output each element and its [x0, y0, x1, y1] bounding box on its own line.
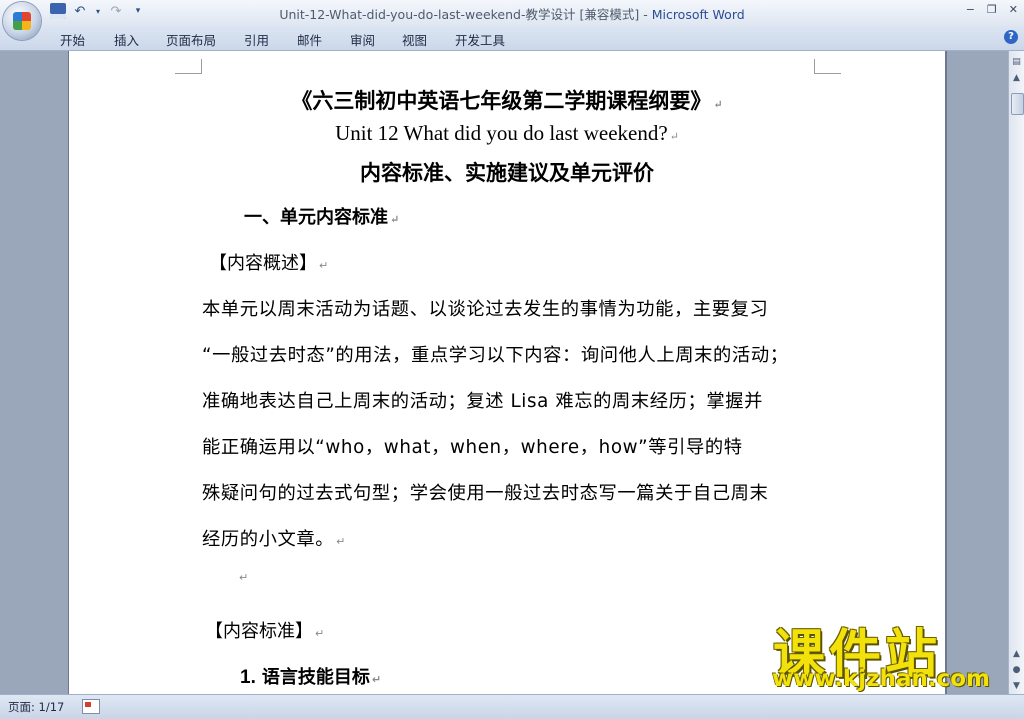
standard-label: 【内容标准】 ↵ [205, 621, 325, 642]
document-name: Unit-12-What-did-you-do-last-weekend-教学设… [279, 7, 640, 22]
close-button[interactable]: ✕ [1009, 3, 1018, 16]
tab-view[interactable]: 视图 [402, 30, 427, 49]
document-page[interactable]: 《六三制初中英语七年级第二学期课程纲要》 ↵ Unit 12 What did y… [69, 51, 945, 694]
select-browse-object-icon[interactable]: ● [1010, 663, 1023, 677]
tab-developer[interactable]: 开发工具 [455, 30, 505, 49]
document-heading: 内容标准、实施建议及单元评价 [360, 160, 654, 185]
next-page-icon[interactable]: ▼ [1010, 679, 1023, 693]
macro-record-icon[interactable] [82, 699, 100, 714]
scroll-thumb[interactable] [1011, 93, 1024, 115]
help-icon[interactable]: ? [1004, 30, 1018, 44]
tab-page-layout[interactable]: 页面布局 [166, 30, 216, 49]
document-title: 《六三制初中英语七年级第二学期课程纲要》 ↵ [291, 88, 723, 113]
tab-review[interactable]: 审阅 [350, 30, 375, 49]
window-title: Unit-12-What-did-you-do-last-weekend-教学设… [0, 4, 1024, 23]
scroll-up-icon[interactable]: ▲ [1010, 71, 1023, 85]
crop-mark-right [814, 59, 841, 74]
document-subtitle: Unit 12 What did you do last weekend? ↵ [335, 121, 679, 145]
ruler-toggle-icon[interactable]: ▤ [1010, 55, 1023, 69]
paragraph-line: 殊疑问句的过去式句型；学会使用一般过去时态写一篇关于自己周末 [202, 483, 769, 504]
status-bar: 页面: 1/17 [0, 694, 1024, 719]
tab-home[interactable]: 开始 [60, 30, 85, 49]
paragraph-line-last: 经历的小文章。 ↵ [202, 529, 346, 550]
paragraph-line: 能正确运用以“who，what，when，where，how”等引导的特 [202, 437, 743, 458]
office-button[interactable] [3, 2, 41, 40]
list-item-language-skills: 1. 语言技能目标 ↵ [240, 667, 382, 688]
empty-paragraph-mark: ↵ [239, 571, 249, 584]
tab-mailings[interactable]: 邮件 [297, 30, 322, 49]
window-controls: − ❐ ✕ [966, 3, 1018, 16]
watermark-url: www.kjzhan.com [772, 666, 990, 692]
previous-page-icon[interactable]: ▲ [1010, 647, 1023, 661]
title-separator: - [639, 7, 652, 22]
app-name: Microsoft Word [651, 7, 745, 22]
title-bar: ↶ ▾ ↷ ▾ Unit-12-What-did-you-do-last-wee… [0, 0, 1024, 40]
tab-references[interactable]: 引用 [244, 30, 269, 49]
document-area[interactable]: 《六三制初中英语七年级第二学期课程纲要》 ↵ Unit 12 What did y… [0, 51, 1008, 694]
paragraph-line: “一般过去时态”的用法，重点学习以下内容：询问他人上周末的活动； [202, 345, 789, 366]
crop-mark-left [175, 59, 202, 74]
restore-button[interactable]: ❐ [987, 3, 997, 16]
tab-insert[interactable]: 插入 [114, 30, 139, 49]
page-indicator[interactable]: 页面: 1/17 [8, 699, 64, 715]
paragraph-line: 准确地表达自己上周末的活动；复述 Lisa 难忘的周末经历；掌握并 [202, 391, 764, 412]
overview-label: 【内容概述】 ↵ [209, 253, 329, 274]
ribbon-tabs: 开始 插入 页面布局 引用 邮件 审阅 视图 开发工具 ? [0, 26, 1024, 51]
minimize-button[interactable]: − [966, 3, 975, 16]
paragraph-line: 本单元以周末活动为话题、以谈论过去发生的事情为功能，主要复习 [202, 299, 769, 320]
vertical-scrollbar[interactable]: ▤ ▲ ▲ ● ▼ [1008, 51, 1024, 694]
office-logo-icon [13, 12, 31, 30]
section-heading: 一、单元内容标准 ↵ [244, 207, 400, 228]
